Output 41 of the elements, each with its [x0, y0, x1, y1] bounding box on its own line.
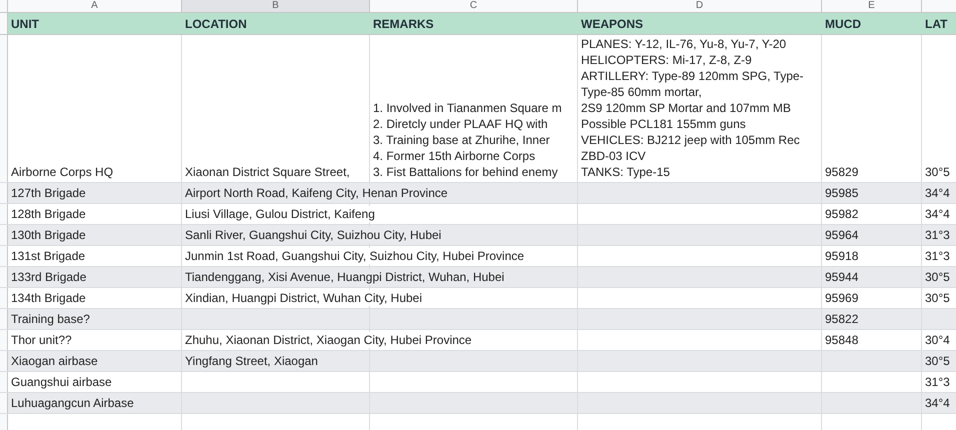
column-heading: LAT: [925, 16, 948, 32]
column-heading: UNIT: [11, 16, 39, 32]
column-heading: REMARKS: [373, 16, 434, 32]
table-cell: 134th Brigade: [11, 290, 86, 306]
table-cell: Luhuagangcun Airbase: [11, 395, 134, 411]
row-header[interactable]: [0, 288, 8, 308]
row-header[interactable]: [0, 267, 8, 287]
column-header[interactable]: B: [182, 0, 370, 12]
row-header[interactable]: [0, 225, 8, 245]
table-cell: Liusi Village, Gulou District, Kaifeng: [185, 206, 375, 222]
row-header[interactable]: [0, 351, 8, 371]
table-cell: 131st Brigade: [11, 248, 86, 264]
table-cell: 127th Brigade: [11, 185, 86, 201]
table-cell: Junmin 1st Road, Guangshui City, Suizhou City, Hubei Province: [185, 248, 524, 264]
row-header[interactable]: [0, 309, 8, 329]
row-header[interactable]: [0, 35, 8, 182]
table-cell: Airport North Road, Kaifeng City, Henan Province: [185, 185, 448, 201]
column-heading: MUCD: [825, 16, 861, 32]
table-cell: Guangshui airbase: [11, 374, 112, 390]
table-cell: Sanli River, Guangshui City, Suizhou City, Hubei: [185, 227, 442, 243]
table-cell: Zhuhu, Xiaonan District, Xiaogan City, Hubei Province: [185, 332, 472, 348]
row-header[interactable]: [0, 330, 8, 350]
row-header[interactable]: [0, 372, 8, 392]
row-header[interactable]: [0, 393, 8, 413]
row-header[interactable]: [0, 204, 8, 224]
table-cell: Training base?: [11, 311, 90, 327]
column-heading: WEAPONS: [581, 16, 644, 32]
table-cell: 1. Involved in Tiananmen Square m 2. Diretcly under PLAAF HQ with 3. Training base at Zhurihe, Inner 4. Former 15th Airborne Corps 3. Fist Battalions for behind enemy: [373, 100, 562, 180]
table-cell: Xiaogan airbase: [11, 353, 98, 369]
column-heading: LOCATION: [185, 16, 247, 32]
table-cell: Xiaonan District Square Street,: [185, 164, 350, 180]
row-header[interactable]: [0, 183, 8, 203]
table-cell: Tiandenggang, Xisi Avenue, Huangpi District, Wuhan, Hubei: [185, 269, 504, 285]
table-cell: Xindian, Huangpi District, Wuhan City, Hubei: [185, 290, 422, 306]
table-cell: Airborne Corps HQ: [11, 164, 114, 180]
table-cell: 128th Brigade: [11, 206, 86, 222]
row-header[interactable]: [0, 246, 8, 266]
row-header[interactable]: [0, 13, 8, 34]
table-cell: Yingfang Street, Xiaogan: [185, 353, 318, 369]
table-cell: 133rd Brigade: [11, 269, 86, 285]
table-cell: 130th Brigade: [11, 227, 86, 243]
